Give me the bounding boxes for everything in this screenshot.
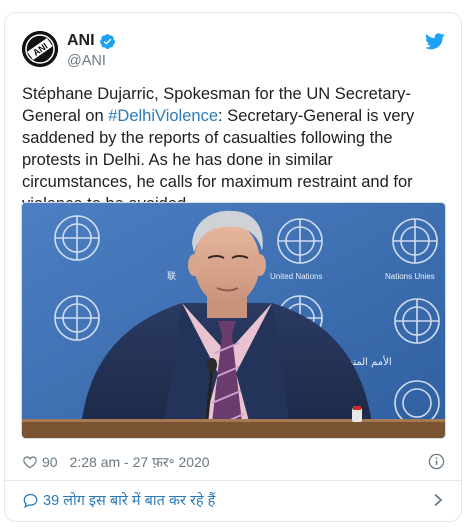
backdrop-text: Nations Unies: [385, 272, 435, 281]
chevron-right-icon[interactable]: [433, 493, 443, 507]
tweet-photo[interactable]: United Nations Nations Unies الأمم المتح…: [21, 202, 446, 439]
display-name[interactable]: ANI: [67, 32, 95, 50]
conversation-link[interactable]: 39 लोग इस बारे में बात कर रहे हैं: [22, 488, 445, 512]
heart-icon[interactable]: [22, 454, 38, 470]
like-count[interactable]: 90: [42, 454, 58, 470]
tweet-meta: 90 2:28 am - 27 फ़र॰ 2020: [22, 453, 445, 471]
backdrop-text: United Nations: [270, 272, 322, 281]
hashtag-link[interactable]: #DelhiViolence: [108, 107, 218, 125]
ani-logo: ANI: [22, 31, 58, 67]
author-names[interactable]: ANI @ANI: [67, 31, 116, 69]
twitter-bird-icon[interactable]: [425, 33, 445, 50]
tweet-card[interactable]: ANI ANI @ANI Stéphane Dujarric, Spokesma…: [4, 12, 462, 522]
tweet-text: Stéphane Dujarric, Spokesman for the UN …: [22, 83, 447, 215]
info-icon[interactable]: [428, 453, 445, 470]
tweet-header: ANI ANI @ANI: [22, 31, 445, 71]
speech-bubble-icon: [23, 493, 38, 508]
conversation-text[interactable]: 39 लोग इस बारे में बात कर रहे हैं: [43, 490, 215, 510]
avatar[interactable]: ANI: [22, 31, 58, 67]
divider: [5, 480, 461, 481]
backdrop-text: 联: [167, 271, 176, 282]
verified-badge-icon: [99, 33, 115, 49]
timestamp[interactable]: 2:28 am - 27 फ़र॰ 2020: [70, 453, 210, 472]
un-press-briefing-image: United Nations Nations Unies الأمم المتح…: [22, 203, 445, 438]
handle[interactable]: @ANI: [67, 53, 116, 69]
